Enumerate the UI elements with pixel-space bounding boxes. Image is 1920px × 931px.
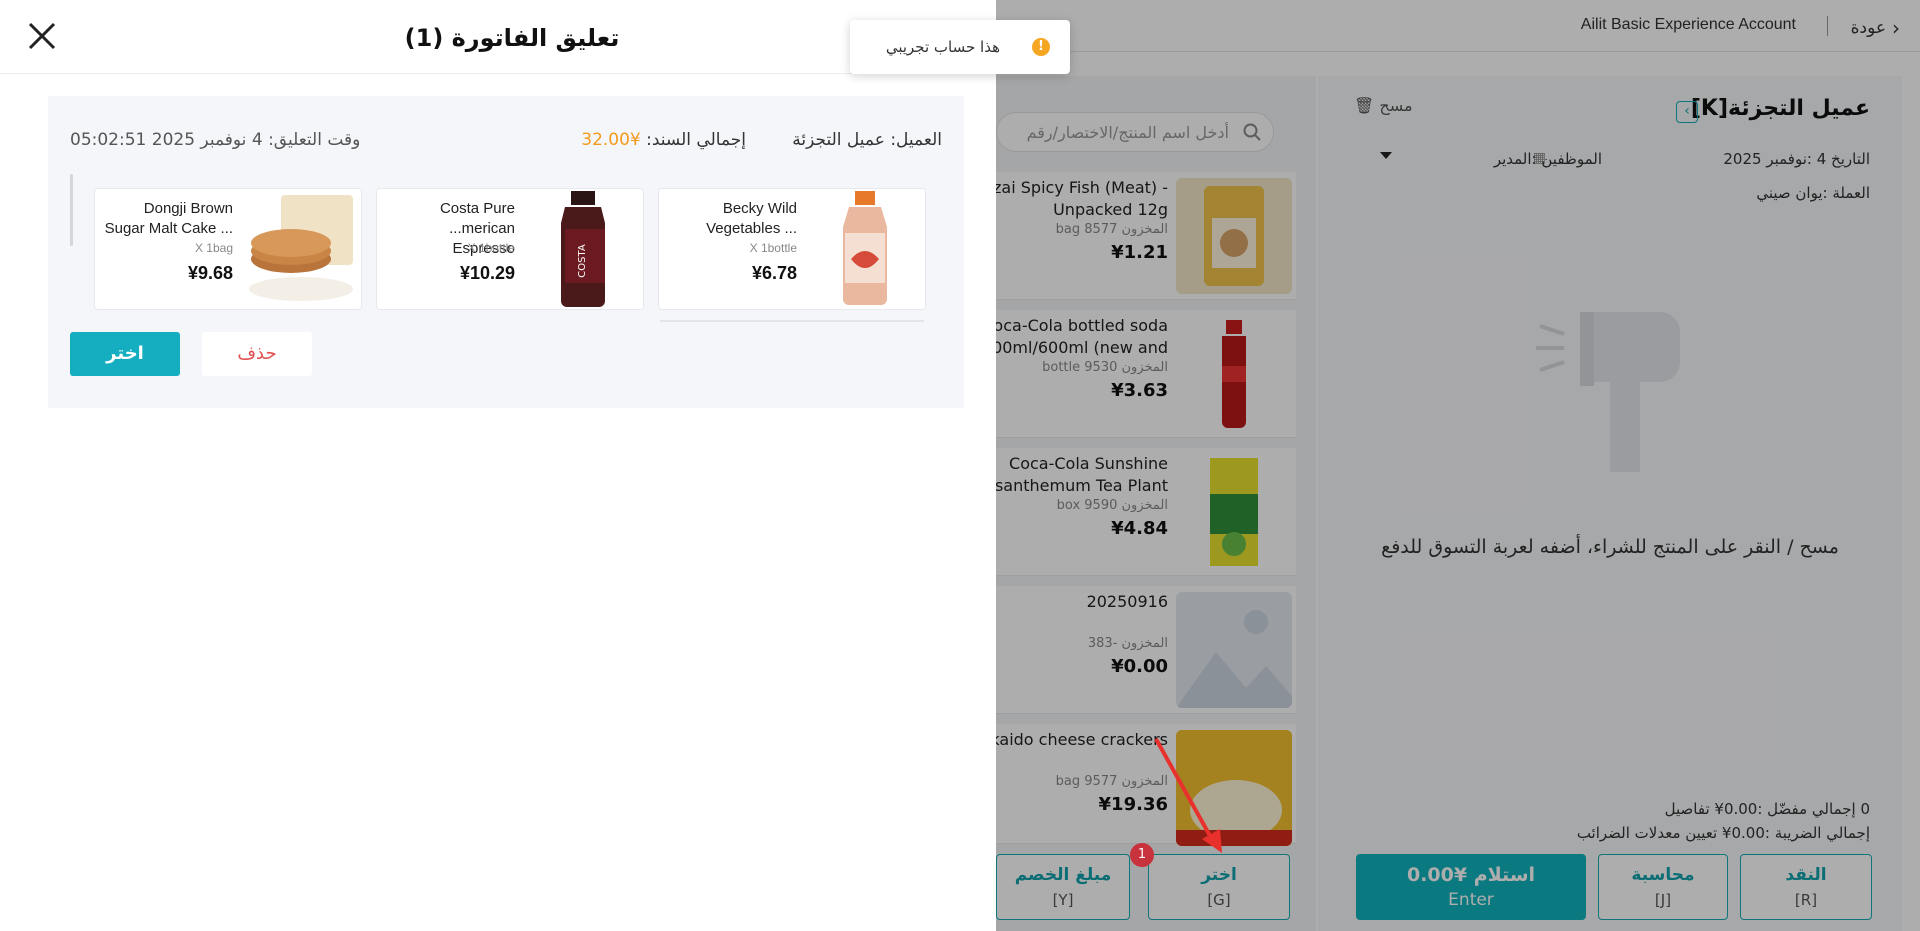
suspended-invoices-drawer: تعليق الفاتورة (1) العميل: عميل التجزئة … [0, 0, 996, 931]
item-name: Becky Wild Vegetables ... [706, 200, 797, 237]
total-label: إجمالي السند: [646, 130, 746, 150]
item-quantity: X 1bottle [467, 241, 515, 255]
item-price: ¥10.29 [459, 263, 515, 283]
time-value: 4 نوفمبر 2025 05:02:51 [70, 130, 263, 150]
item-name: Dongji Brown Sugar Malt Cake ... [104, 200, 233, 237]
order-suspend-time: وقت التعليق: 4 نوفمبر 2025 05:02:51 [70, 130, 360, 150]
divider [660, 320, 924, 322]
order-item: Becky Wild Vegetables ... X 1bottle ¥6.7… [658, 188, 926, 310]
select-order-button[interactable]: اختر [70, 332, 180, 376]
order-item: COSTA Costa Pure ...merican Espresso X 1… [376, 188, 644, 310]
step-badge: 1 [1130, 843, 1154, 867]
svg-text:COSTA: COSTA [577, 244, 588, 278]
customer-label: العميل: [890, 130, 942, 150]
order-customer: العميل: عميل التجزئة [792, 130, 942, 150]
scrollbar[interactable] [70, 174, 73, 246]
drawer-header: تعليق الفاتورة (1) [0, 0, 996, 74]
warning-icon: ! [1032, 38, 1050, 56]
time-label: وقت التعليق: [268, 130, 361, 150]
item-price: ¥9.68 [187, 263, 233, 283]
total-value: ¥32.00 [581, 130, 641, 150]
item-price: ¥6.78 [751, 263, 797, 283]
customer-value: عميل التجزئة [792, 130, 885, 150]
suspended-order-card: العميل: عميل التجزئة إجمالي السند: ¥32.0… [48, 96, 964, 408]
annotation-arrow-icon [1154, 738, 1222, 853]
product-image [805, 189, 925, 309]
item-quantity: X 1bottle [749, 241, 797, 255]
toast-message: هذا حساب تجريبي [885, 38, 1000, 56]
demo-account-toast: ! هذا حساب تجريبي [850, 20, 1070, 74]
order-total: إجمالي السند: ¥32.00 [581, 130, 746, 150]
item-quantity: X 1bag [194, 241, 233, 255]
product-image [241, 189, 361, 309]
order-item: Dongji Brown Sugar Malt Cake ... X 1bag … [94, 188, 362, 310]
delete-order-button[interactable]: حذف [202, 332, 312, 376]
product-image: COSTA [523, 189, 643, 309]
